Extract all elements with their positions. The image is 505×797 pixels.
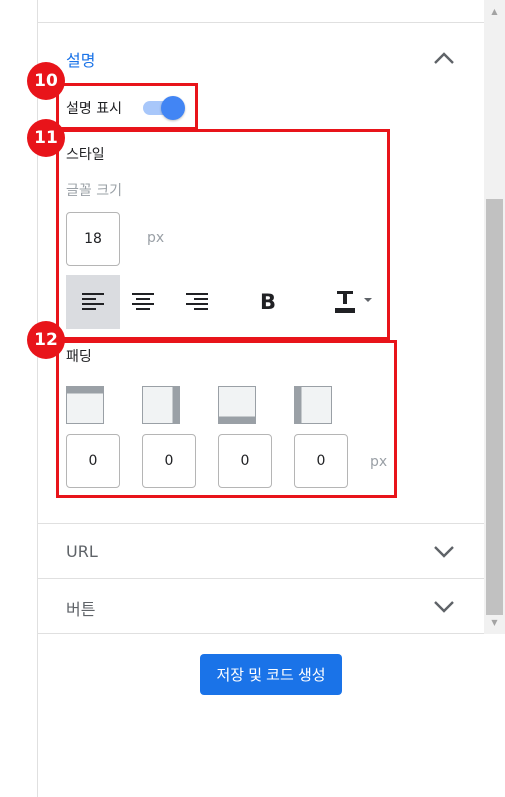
annotation-box-10 [56,83,198,130]
divider [38,523,484,524]
divider [38,578,484,579]
scroll-down-arrow[interactable]: ▼ [484,615,505,631]
scroll-up-arrow[interactable]: ▲ [484,4,505,20]
scrollbar-thumb[interactable] [486,199,503,615]
chevron-down-icon[interactable] [433,600,455,614]
divider [38,633,484,634]
section-title-url[interactable]: URL [66,542,98,561]
chevron-up-icon[interactable] [433,51,455,65]
annotation-badge-10: 10 [27,62,65,100]
annotation-box-12 [56,340,397,498]
chevron-down-icon[interactable] [433,545,455,559]
annotation-badge-12: 12 [27,321,65,359]
save-and-generate-code-button[interactable]: 저장 및 코드 생성 [200,654,342,695]
annotation-box-11 [56,129,390,340]
divider [38,22,484,23]
section-title-button[interactable]: 버튼 [66,596,95,620]
annotation-badge-11: 11 [27,119,65,157]
section-title-description[interactable]: 설명 [66,47,95,71]
